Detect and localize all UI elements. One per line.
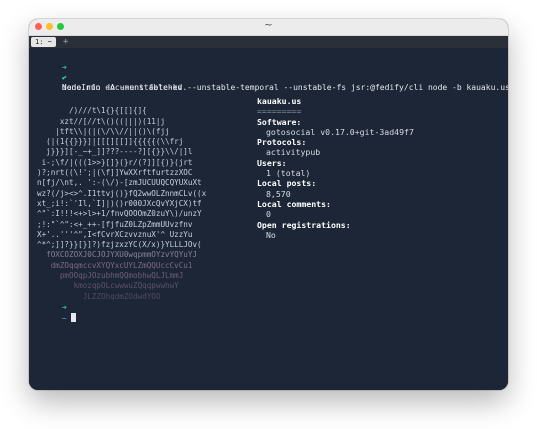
tab-1[interactable]: 1: ~ (31, 37, 56, 47)
ascii-art-line: n[fj/\nt,. ':-(\/)-[zmJUCUUQCQYUXuXt (37, 178, 202, 188)
ascii-art-line: )?;nrt((\!';|(\f]]YwXXrftfurtzzXOC (37, 168, 193, 178)
window-title: ~ (264, 20, 273, 31)
ascii-art-line: ^"`:I!!!<+>l>+1/fnvQOOOmZ0zuY\)/unzY (37, 209, 202, 219)
ascii-art-line: i-;\f/|(((1>>}[]}(}r/(?]][{)}(jrt (37, 157, 193, 167)
open-registrations-label: Open registrations: (257, 219, 351, 230)
ascii-art-line: kmozqpOLcwwwuZQqqpwwhwY (37, 281, 179, 291)
ascii-art-line: (|(1{{}}}]|[[[][[]]{{{{{(\\frj (37, 137, 184, 147)
local-posts-label: Local posts: (257, 178, 317, 189)
users-value: 1 (total) (266, 168, 311, 179)
terminal-content[interactable]: ➜ ~ deno run -A --unstable-kv --unstable… (29, 48, 508, 390)
ascii-art-line: j}}}][-_~+_]]???----?][{}}\\/|]l (37, 147, 193, 157)
nodeinfo-panel: kauaku.us ========= Software: gotosocial… (257, 96, 414, 240)
users-label: Users: (257, 157, 287, 168)
ascii-art-line: |tft\\|(|(\/\\//||()\(fjj (37, 126, 170, 136)
ascii-art-line: xt_;i!:`'Il,`I]|)()r000JXcQvYXjCX)tf (37, 198, 202, 208)
text-cursor (70, 313, 76, 322)
ascii-art-line: fOXCOZOXJ0CJOJYXU0wqpmmOYzvYQYuYJ (37, 250, 198, 260)
ascii-art-line: xzt//[//t\()((|||)(11|j (37, 116, 166, 126)
protocols-value: activitypub (266, 147, 321, 158)
software-label: Software: (257, 116, 302, 127)
local-posts-value: 8,570 (266, 188, 291, 199)
ascii-art-line: pmOOqpJOzubhmQQmobhwQLJLmmJ (37, 271, 184, 281)
protocols-label: Protocols: (257, 137, 307, 148)
ascii-art-avatar: /)///t\1{}{[[]{]{ xzt//[//t\()((|||)(11|… (37, 96, 206, 312)
new-tab-icon[interactable]: + (63, 36, 68, 48)
prompt-arrow-icon: ➜ (61, 303, 67, 312)
host-underline: ========= (257, 106, 302, 117)
check-icon: ✔ (61, 73, 67, 82)
host-name: kauaku.us (257, 96, 302, 106)
ascii-art-line: X+'..'''^",I<fCvrXCzvvznuX'^ UzzYu (37, 229, 193, 239)
local-comments-label: Local comments: (257, 198, 331, 209)
ascii-art-line: wz?(/j><>^.I1ttvj()}fQ2wwOLZnnmCLv((x (37, 188, 207, 198)
title-bar: ~ (29, 19, 508, 36)
software-value: gotosocial v0.17.0+git-3ad49f7 (266, 126, 414, 137)
status-text: NodeInfo document fetched. (61, 83, 188, 92)
terminal-window: ~ 1: ~ + ➜ ~ deno run -A --unstable-kv -… (29, 19, 508, 390)
open-registrations-value: No (266, 229, 276, 240)
ascii-art-line: ;!:"`^":<+_++-[fjfuZ0LZpZmmUUvzfnv (37, 219, 193, 229)
ascii-art-line: ^*^;]]?}}[}]?)fzjzxzYC(X/x)}YLLLJOv( (37, 240, 202, 250)
tab-bar: 1: ~ + (29, 36, 508, 48)
ascii-art-line: dmZOqqmccvXYQYxcUYLZmQQUccCvCu1 (37, 260, 193, 270)
prompt-line: ➜ ~ (33, 293, 76, 334)
prompt-directory: ~ (61, 314, 67, 323)
local-comments-value: 0 (266, 209, 271, 220)
ascii-art-line: /)///t\1{}{[[]{]{ (37, 106, 147, 116)
